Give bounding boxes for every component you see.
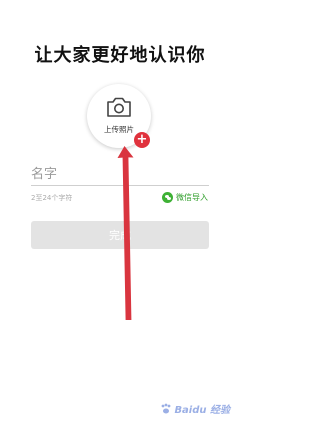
page-title: 让大家更好地认识你 xyxy=(34,45,206,66)
camera-icon xyxy=(107,97,131,117)
name-length-hint: 2至24个字符 xyxy=(31,194,73,202)
name-input[interactable] xyxy=(31,163,209,186)
complete-button[interactable]: 完成 xyxy=(31,221,209,249)
wechat-icon xyxy=(162,191,173,203)
add-photo-badge[interactable]: + xyxy=(134,132,150,148)
wechat-import-label: 微信导入 xyxy=(176,192,208,202)
watermark-text: Baidu 经验 xyxy=(174,405,230,416)
wechat-import-button[interactable]: 微信导入 xyxy=(162,191,208,203)
baidu-watermark: Baidu 经验 xyxy=(160,401,230,416)
paw-icon xyxy=(162,403,171,413)
